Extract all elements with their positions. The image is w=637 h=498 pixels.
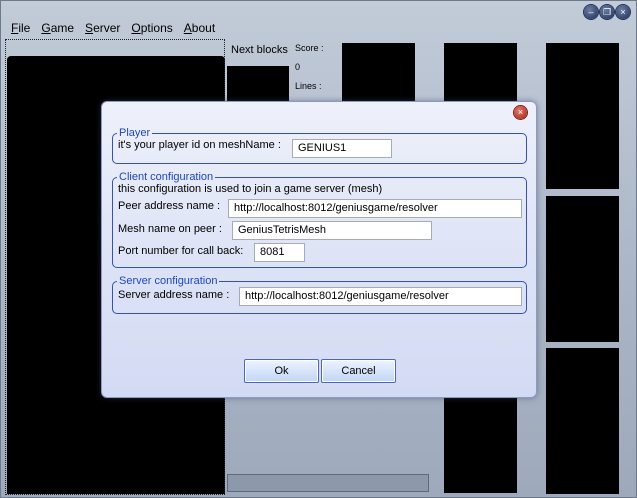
menu-server-mnemonic: S bbox=[85, 21, 94, 35]
window-controls: – ❐ × bbox=[584, 5, 630, 19]
menu-game[interactable]: Game bbox=[41, 21, 74, 37]
menu-options-label: ptions bbox=[140, 21, 173, 35]
port-number-label: Port number for call back: bbox=[118, 245, 244, 257]
next-block-preview bbox=[227, 66, 289, 106]
client-config-description: this configuration is used to join a gam… bbox=[118, 183, 383, 195]
player-id-label: it's your player id on meshName : bbox=[118, 139, 281, 151]
menu-options-mnemonic: O bbox=[131, 21, 141, 35]
score-label: Score : bbox=[295, 43, 324, 53]
next-blocks-label: Next blocks bbox=[231, 44, 288, 56]
opponent-board-1 bbox=[342, 43, 415, 101]
restore-button[interactable]: ❐ bbox=[600, 5, 614, 19]
menu-bar: File Game Server Options About bbox=[11, 21, 226, 37]
menu-about-mnemonic: A bbox=[183, 21, 192, 35]
menu-game-label: ame bbox=[50, 21, 75, 35]
mesh-name-label: Mesh name on peer : bbox=[118, 223, 222, 235]
menu-game-mnemonic: G bbox=[41, 21, 51, 35]
main-window: File Game Server Options About – ❐ × Nex… bbox=[0, 0, 637, 498]
menu-file[interactable]: File bbox=[11, 21, 30, 37]
configuration-dialog: × Player it's your player id on meshName… bbox=[101, 101, 537, 398]
opponent-board-3 bbox=[546, 43, 619, 189]
peer-address-input[interactable]: http://localhost:8012/geniusgame/resolve… bbox=[228, 199, 522, 218]
minimize-button[interactable]: – bbox=[584, 5, 598, 19]
server-config-legend: Server configuration bbox=[119, 275, 218, 287]
dialog-close-button[interactable]: × bbox=[514, 106, 527, 119]
player-group-legend: Player bbox=[119, 127, 151, 139]
server-address-label: Server address name : bbox=[118, 289, 230, 301]
status-field bbox=[227, 474, 429, 492]
score-value: 0 bbox=[295, 62, 301, 72]
opponent-board-5 bbox=[546, 348, 619, 494]
cancel-button[interactable]: Cancel bbox=[321, 359, 396, 383]
menu-options[interactable]: Options bbox=[131, 21, 172, 37]
menu-server[interactable]: Server bbox=[85, 21, 120, 37]
server-address-input[interactable]: http://localhost:8012/geniusgame/resolve… bbox=[239, 287, 522, 306]
port-number-input[interactable]: 8081 bbox=[254, 243, 305, 262]
menu-file-label: ile bbox=[18, 21, 31, 35]
menu-about[interactable]: About bbox=[184, 21, 215, 37]
lines-label: Lines : bbox=[295, 81, 322, 91]
player-id-input[interactable]: GENIUS1 bbox=[292, 139, 392, 158]
menu-server-label: erver bbox=[93, 21, 121, 35]
opponent-board-4 bbox=[546, 196, 619, 342]
mesh-name-input[interactable]: GeniusTetrisMesh bbox=[232, 221, 432, 240]
close-window-button[interactable]: × bbox=[616, 5, 630, 19]
client-config-legend: Client configuration bbox=[119, 171, 214, 183]
menu-about-label: bout bbox=[191, 21, 216, 35]
peer-address-label: Peer address name : bbox=[118, 200, 221, 212]
ok-button[interactable]: Ok bbox=[244, 359, 319, 383]
